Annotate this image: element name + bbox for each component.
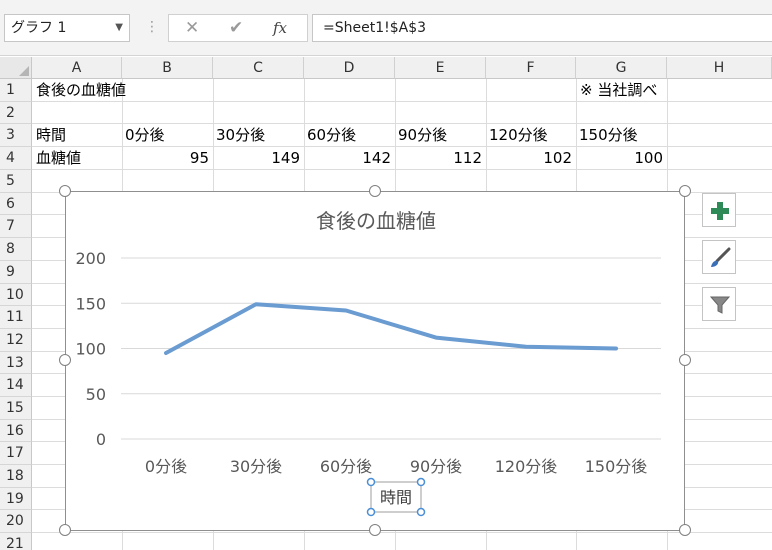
row-header-9[interactable]: 9 [0, 261, 32, 284]
column-header-h[interactable]: H [667, 57, 772, 79]
more-icon[interactable]: ⋮ [145, 16, 159, 40]
check-icon[interactable]: ✔ [229, 18, 243, 38]
series-line[interactable] [164, 302, 618, 355]
x-tick-label: 150分後 [585, 457, 648, 476]
resize-handle-right[interactable] [679, 354, 691, 366]
resize-handle-left[interactable] [59, 354, 71, 366]
selection-handle[interactable] [366, 477, 376, 487]
line-chart[interactable]: 食後の血糖値 0 50 100 150 200 0分後 30分後 60分後 90分後 120分後… [65, 191, 685, 531]
cell-b4[interactable]: 95 [122, 147, 209, 169]
cell-b3[interactable]: 0分後 [125, 124, 165, 146]
cell-a1[interactable]: 食後の血糖値 [36, 79, 126, 101]
cell-c3[interactable]: 30分後 [216, 124, 265, 146]
gridline [32, 169, 772, 170]
chart-title[interactable]: 食後の血糖値 [316, 209, 436, 233]
cell-g3[interactable]: 150分後 [579, 124, 638, 146]
row-header-17[interactable]: 17 [0, 442, 32, 465]
row-header-18[interactable]: 18 [0, 465, 32, 488]
row-header-19[interactable]: 19 [0, 488, 32, 510]
x-tick-label: 60分後 [320, 457, 372, 476]
x-axis-title[interactable]: 時間 [380, 488, 412, 507]
filter-icon [709, 296, 731, 314]
y-tick-label: 50 [86, 385, 106, 404]
cell-f4[interactable]: 102 [486, 147, 572, 169]
select-all-corner[interactable] [0, 57, 32, 79]
cancel-icon[interactable]: ✕ [185, 18, 199, 38]
resize-handle-bottom[interactable] [369, 524, 381, 536]
chart-elements-button[interactable] [702, 193, 736, 227]
column-header-a[interactable]: A [32, 57, 122, 79]
x-tick-label: 30分後 [230, 457, 282, 476]
chart-filters-button[interactable] [702, 287, 736, 321]
row-header-3[interactable]: 3 [0, 124, 32, 147]
resize-handle-top-right[interactable] [679, 185, 691, 197]
column-header-e[interactable]: E [395, 57, 486, 79]
row-header-21[interactable]: 21 [0, 533, 32, 550]
formula-buttons: ✕ ✔ fx [168, 14, 308, 42]
row-header-5[interactable]: 5 [0, 170, 32, 193]
selection-handle[interactable] [416, 477, 426, 487]
column-header-d[interactable]: D [304, 57, 395, 79]
x-tick-label: 120分後 [495, 457, 558, 476]
y-tick-label: 150 [75, 294, 106, 313]
resize-handle-top[interactable] [369, 185, 381, 197]
cell-e4[interactable]: 112 [395, 147, 482, 169]
y-tick-label: 200 [75, 249, 106, 268]
name-box[interactable]: グラフ 1 ▼ [4, 14, 130, 42]
cell-f3[interactable]: 120分後 [489, 124, 548, 146]
selection-handle[interactable] [416, 507, 426, 517]
chart-styles-button[interactable] [702, 240, 736, 274]
formula-bar: グラフ 1 ▼ ⋮ ✕ ✔ fx =Sheet1!$A$3 [0, 0, 772, 56]
column-header-c[interactable]: C [213, 57, 304, 79]
x-tick-label: 90分後 [410, 457, 462, 476]
formula-text: =Sheet1!$A$3 [323, 20, 427, 36]
row-header-7[interactable]: 7 [0, 215, 32, 238]
resize-handle-top-left[interactable] [59, 185, 71, 197]
row-header-8[interactable]: 8 [0, 238, 32, 261]
resize-handle-bottom-right[interactable] [679, 524, 691, 536]
cell-a3[interactable]: 時間 [36, 124, 66, 146]
row-header-16[interactable]: 16 [0, 420, 32, 442]
column-header-f[interactable]: F [486, 57, 576, 79]
row-header-4[interactable]: 4 [0, 147, 32, 170]
row-header-20[interactable]: 20 [0, 510, 32, 533]
row-header-6[interactable]: 6 [0, 193, 32, 215]
cell-e3[interactable]: 90分後 [398, 124, 447, 146]
cell-g1[interactable]: ※ 当社調べ [580, 79, 657, 101]
selection-handle[interactable] [366, 507, 376, 517]
cell-d3[interactable]: 60分後 [307, 124, 356, 146]
resize-handle-bottom-left[interactable] [59, 524, 71, 536]
gridline [32, 532, 772, 533]
y-tick-label: 100 [75, 340, 106, 359]
name-box-value: グラフ 1 [11, 20, 67, 36]
row-header-12[interactable]: 12 [0, 329, 32, 352]
cell-c4[interactable]: 149 [213, 147, 300, 169]
row-header-2[interactable]: 2 [0, 102, 32, 124]
chevron-down-icon[interactable]: ▼ [115, 15, 123, 41]
insert-function-icon[interactable]: fx [273, 19, 287, 37]
cell-d4[interactable]: 142 [304, 147, 391, 169]
row-header-11[interactable]: 11 [0, 306, 32, 329]
row-header-10[interactable]: 10 [0, 284, 32, 306]
gridline [32, 101, 772, 102]
x-tick-label: 0分後 [145, 457, 187, 476]
row-header-15[interactable]: 15 [0, 397, 32, 420]
cell-g4[interactable]: 100 [576, 147, 663, 169]
row-header-1[interactable]: 1 [0, 79, 32, 102]
row-header-14[interactable]: 14 [0, 374, 32, 397]
y-tick-label: 0 [96, 430, 106, 449]
formula-input[interactable]: =Sheet1!$A$3 [312, 14, 772, 42]
brush-icon [711, 247, 731, 267]
plus-icon [711, 202, 729, 220]
chart-plot: 食後の血糖値 0 50 100 150 200 0分後 30分後 60分後 90分後 120分後… [75, 209, 661, 517]
column-header-b[interactable]: B [122, 57, 213, 79]
cell-a4[interactable]: 血糖値 [36, 147, 81, 169]
row-header-13[interactable]: 13 [0, 352, 32, 374]
column-header-g[interactable]: G [576, 57, 667, 79]
